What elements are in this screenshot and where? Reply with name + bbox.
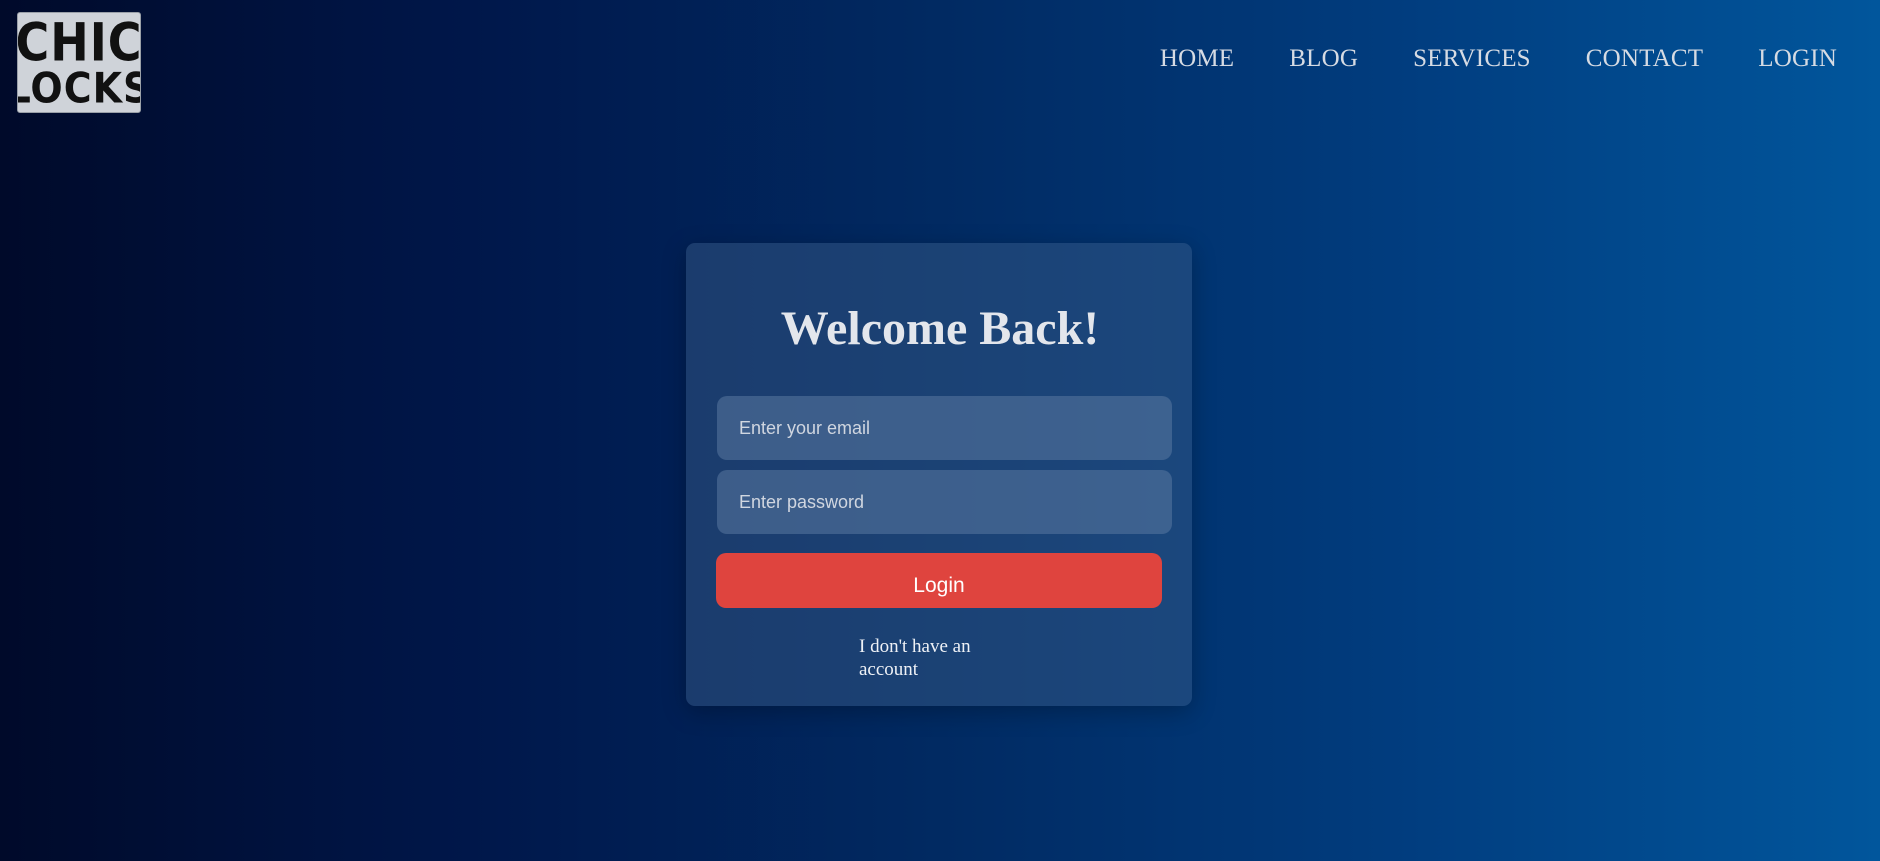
- logo-line-2: LOCKS: [18, 63, 140, 112]
- logo-line-1: CHIC: [17, 12, 141, 73]
- password-input[interactable]: [717, 470, 1172, 534]
- nav-blog[interactable]: BLOG: [1289, 46, 1358, 71]
- login-button[interactable]: Login: [716, 553, 1162, 608]
- nav-login[interactable]: LOGIN: [1758, 46, 1837, 71]
- site-header: CHIC LOCKS HOME BLOG SERVICES CONTACT LO…: [0, 0, 1880, 126]
- email-input[interactable]: [717, 396, 1172, 460]
- signup-link[interactable]: I don't have an account: [859, 635, 999, 681]
- logo[interactable]: CHIC LOCKS: [17, 12, 141, 113]
- nav-contact[interactable]: CONTACT: [1586, 46, 1703, 71]
- nav-home[interactable]: HOME: [1160, 46, 1234, 71]
- nav-services[interactable]: SERVICES: [1413, 46, 1531, 71]
- main-nav: HOME BLOG SERVICES CONTACT LOGIN: [1105, 46, 1837, 71]
- login-title: Welcome Back!: [780, 302, 1100, 355]
